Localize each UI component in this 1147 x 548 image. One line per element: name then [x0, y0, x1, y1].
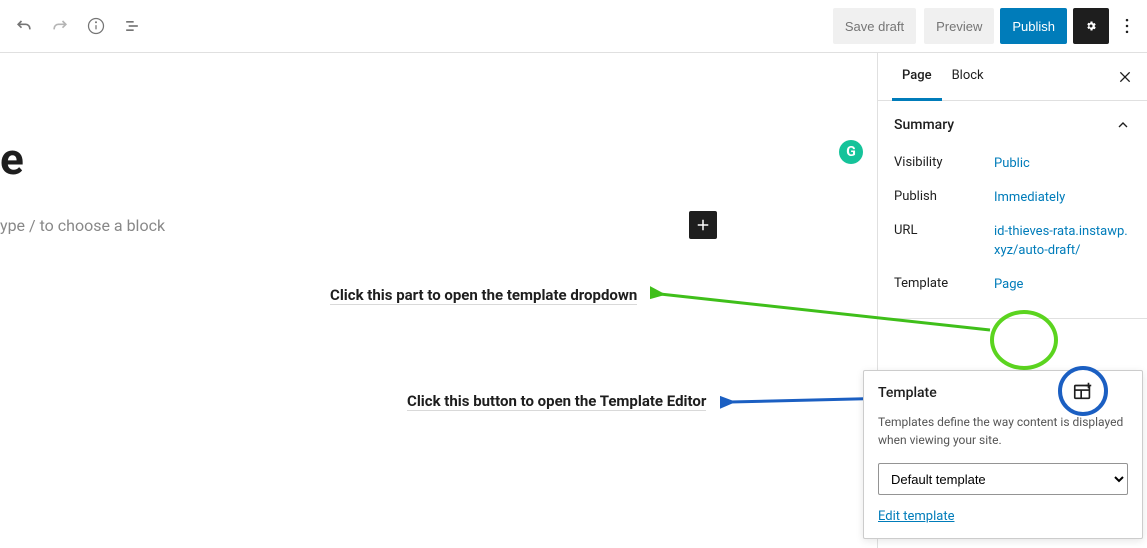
url-label: URL — [894, 223, 994, 238]
grammarly-badge[interactable]: G — [839, 140, 863, 164]
edit-template-link[interactable]: Edit template — [878, 509, 1128, 524]
plus-icon — [694, 216, 712, 234]
row-template: Template Page — [894, 268, 1131, 302]
summary-panel: Summary Visibility Public Publish Immedi… — [878, 101, 1147, 319]
template-popover: Template Templates define the way conten… — [863, 370, 1143, 539]
row-visibility: Visibility Public — [894, 147, 1131, 181]
summary-header[interactable]: Summary — [894, 117, 1131, 133]
page-title[interactable]: e — [0, 133, 857, 185]
chevron-up-icon — [1115, 117, 1131, 133]
toolbar-right: Save draft Preview Publish — [833, 8, 1139, 44]
block-placeholder[interactable]: ype / to choose a block — [0, 216, 165, 235]
publish-button[interactable]: Publish — [1000, 8, 1067, 44]
sidebar-tabs: Page Block — [878, 53, 1147, 101]
settings-button[interactable] — [1073, 8, 1109, 44]
redo-icon[interactable] — [48, 14, 72, 38]
gear-icon — [1085, 16, 1097, 36]
outline-icon[interactable] — [120, 14, 144, 38]
more-icon[interactable] — [1115, 14, 1139, 38]
save-draft-button[interactable]: Save draft — [833, 8, 916, 44]
tab-page[interactable]: Page — [892, 53, 942, 101]
visibility-label: Visibility — [894, 155, 994, 170]
annotation-editor: Click this button to open the Template E… — [407, 392, 706, 410]
close-icon — [1117, 69, 1133, 85]
row-publish: Publish Immediately — [894, 181, 1131, 215]
preview-button[interactable]: Preview — [924, 8, 994, 44]
url-value[interactable]: id-thieves-rata.instawp.xyz/auto-draft/ — [994, 223, 1131, 259]
close-sidebar-button[interactable] — [1117, 69, 1133, 85]
undo-icon[interactable] — [12, 14, 36, 38]
popover-header: Template — [878, 385, 1128, 401]
info-icon[interactable] — [84, 14, 108, 38]
template-select[interactable]: Default template — [878, 463, 1128, 495]
top-toolbar: Save draft Preview Publish — [0, 0, 1147, 53]
add-block-button[interactable] — [689, 211, 717, 239]
toolbar-left — [8, 14, 144, 38]
popover-description: Templates define the way content is disp… — [878, 413, 1128, 449]
visibility-value[interactable]: Public — [994, 155, 1131, 173]
publish-value[interactable]: Immediately — [994, 189, 1131, 207]
block-placeholder-row: ype / to choose a block — [20, 211, 857, 239]
template-label: Template — [894, 276, 994, 291]
summary-title: Summary — [894, 117, 954, 133]
row-url: URL id-thieves-rata.instawp.xyz/auto-dra… — [894, 215, 1131, 267]
popover-title: Template — [878, 385, 937, 401]
summary-body: Visibility Public Publish Immediately UR… — [894, 147, 1131, 302]
tab-block[interactable]: Block — [942, 53, 994, 101]
template-value[interactable]: Page — [994, 276, 1131, 294]
publish-label: Publish — [894, 189, 994, 204]
annotation-dropdown: Click this part to open the template dro… — [330, 286, 637, 304]
